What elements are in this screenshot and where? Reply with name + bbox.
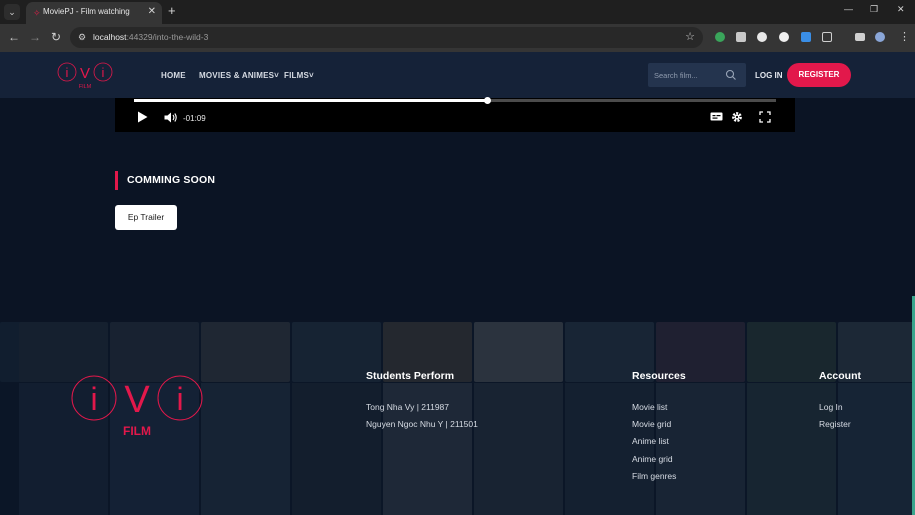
extensions-icon[interactable] [822, 32, 832, 42]
star-icon[interactable]: ☆ [685, 30, 695, 43]
extension-icon[interactable] [779, 32, 789, 42]
site-logo[interactable]: i V i FILM [57, 61, 113, 91]
search-input[interactable] [654, 67, 724, 83]
window-close-icon[interactable]: ✕ [897, 4, 905, 15]
chevron-down-icon: ˅ [274, 71, 280, 80]
favicon-icon: ✧ [33, 8, 41, 18]
progress-thumb[interactable] [484, 97, 492, 104]
svg-text:FILM: FILM [123, 424, 151, 438]
account-link-login[interactable]: Log In [819, 402, 843, 412]
cast-icon[interactable] [855, 33, 865, 41]
student-item: Tong Nha Vy | 211987 [366, 402, 450, 412]
footer-logo[interactable]: i V i FILM [70, 374, 204, 438]
fullscreen-icon[interactable] [759, 111, 771, 123]
forward-icon[interactable]: → [29, 31, 41, 43]
address-bar[interactable]: ⚙ localhost:44329/into-the-wild-3 ☆ [70, 27, 703, 48]
extension-icon[interactable] [715, 32, 725, 42]
reload-icon[interactable]: ↻ [51, 31, 61, 43]
back-icon[interactable]: ← [8, 31, 20, 43]
site-header: i V i FILM HOME MOVIES & ANIMES˅ FILMS˅ … [0, 52, 915, 98]
section-title: COMMING SOON [115, 171, 215, 190]
resources-heading: Resources [632, 370, 686, 382]
extension-icon[interactable] [801, 32, 811, 42]
students-heading: Students Perform [366, 370, 455, 382]
svg-text:FILM: FILM [79, 84, 92, 90]
register-button[interactable]: REGISTER [787, 63, 851, 87]
ep-trailer-button[interactable]: Ep Trailer [115, 205, 177, 230]
nav-home[interactable]: HOME [161, 71, 186, 80]
play-icon[interactable] [137, 111, 148, 123]
minimize-icon[interactable]: — [844, 4, 853, 14]
avatar[interactable] [875, 32, 885, 42]
close-icon[interactable]: ✕ [148, 6, 156, 17]
account-link-register[interactable]: Register [819, 419, 851, 429]
site-footer: i V i FILM Students Perform Tong Nha Vy … [0, 322, 915, 515]
svg-text:i: i [176, 381, 183, 417]
url-text: localhost:44329/into-the-wild-3 [93, 32, 209, 42]
extension-icon[interactable] [757, 32, 767, 42]
search-icon[interactable] [725, 69, 737, 81]
browser-tab[interactable]: ✧ MoviePJ - Film watching ✕ [26, 2, 162, 24]
svg-text:i: i [90, 381, 97, 417]
svg-text:V: V [124, 379, 150, 421]
plus-icon[interactable]: + [168, 3, 176, 18]
tab-bar: ⌄ ✧ MoviePJ - Film watching ✕ + — ❐ ✕ [0, 0, 915, 24]
student-item: Nguyen Ngoc Nhu Y | 211501 [366, 419, 478, 429]
login-link[interactable]: LOG IN [755, 71, 783, 80]
search-box [648, 63, 746, 87]
resource-link-movie-list[interactable]: Movie list [632, 402, 667, 412]
progress-bar[interactable] [134, 97, 776, 104]
extension-icon[interactable] [736, 32, 746, 42]
progress-fill [134, 99, 488, 102]
resource-link-anime-grid[interactable]: Anime grid [632, 454, 673, 464]
time-remaining: -01:09 [183, 114, 206, 123]
resource-link-anime-list[interactable]: Anime list [632, 436, 669, 446]
svg-text:i: i [102, 65, 105, 80]
resource-link-movie-grid[interactable]: Movie grid [632, 419, 671, 429]
volume-icon[interactable] [164, 112, 178, 123]
svg-text:V: V [80, 65, 90, 82]
svg-text:i: i [66, 65, 69, 80]
video-player: -01:09 [115, 97, 795, 132]
nav-movies-animes[interactable]: MOVIES & ANIMES˅ [199, 71, 279, 80]
site-info-icon[interactable]: ⚙ [78, 32, 86, 43]
chevron-down-icon: ˅ [309, 71, 314, 80]
browser-window: ⌄ ✧ MoviePJ - Film watching ✕ + — ❐ ✕ ← … [0, 0, 915, 515]
account-heading: Account [819, 370, 861, 382]
browser-toolbar: ← → ↻ ⚙ localhost:44329/into-the-wild-3 … [0, 24, 915, 52]
tab-title: MoviePJ - Film watching [43, 7, 130, 16]
captions-icon[interactable] [710, 112, 723, 122]
resource-link-film-genres[interactable]: Film genres [632, 471, 676, 481]
restore-icon[interactable]: ❐ [870, 4, 878, 15]
gear-icon[interactable] [731, 111, 743, 123]
more-icon[interactable]: ⋮ [899, 31, 910, 43]
tab-search-icon[interactable]: ⌄ [4, 4, 20, 20]
nav-films[interactable]: FILMS˅ [284, 71, 314, 80]
